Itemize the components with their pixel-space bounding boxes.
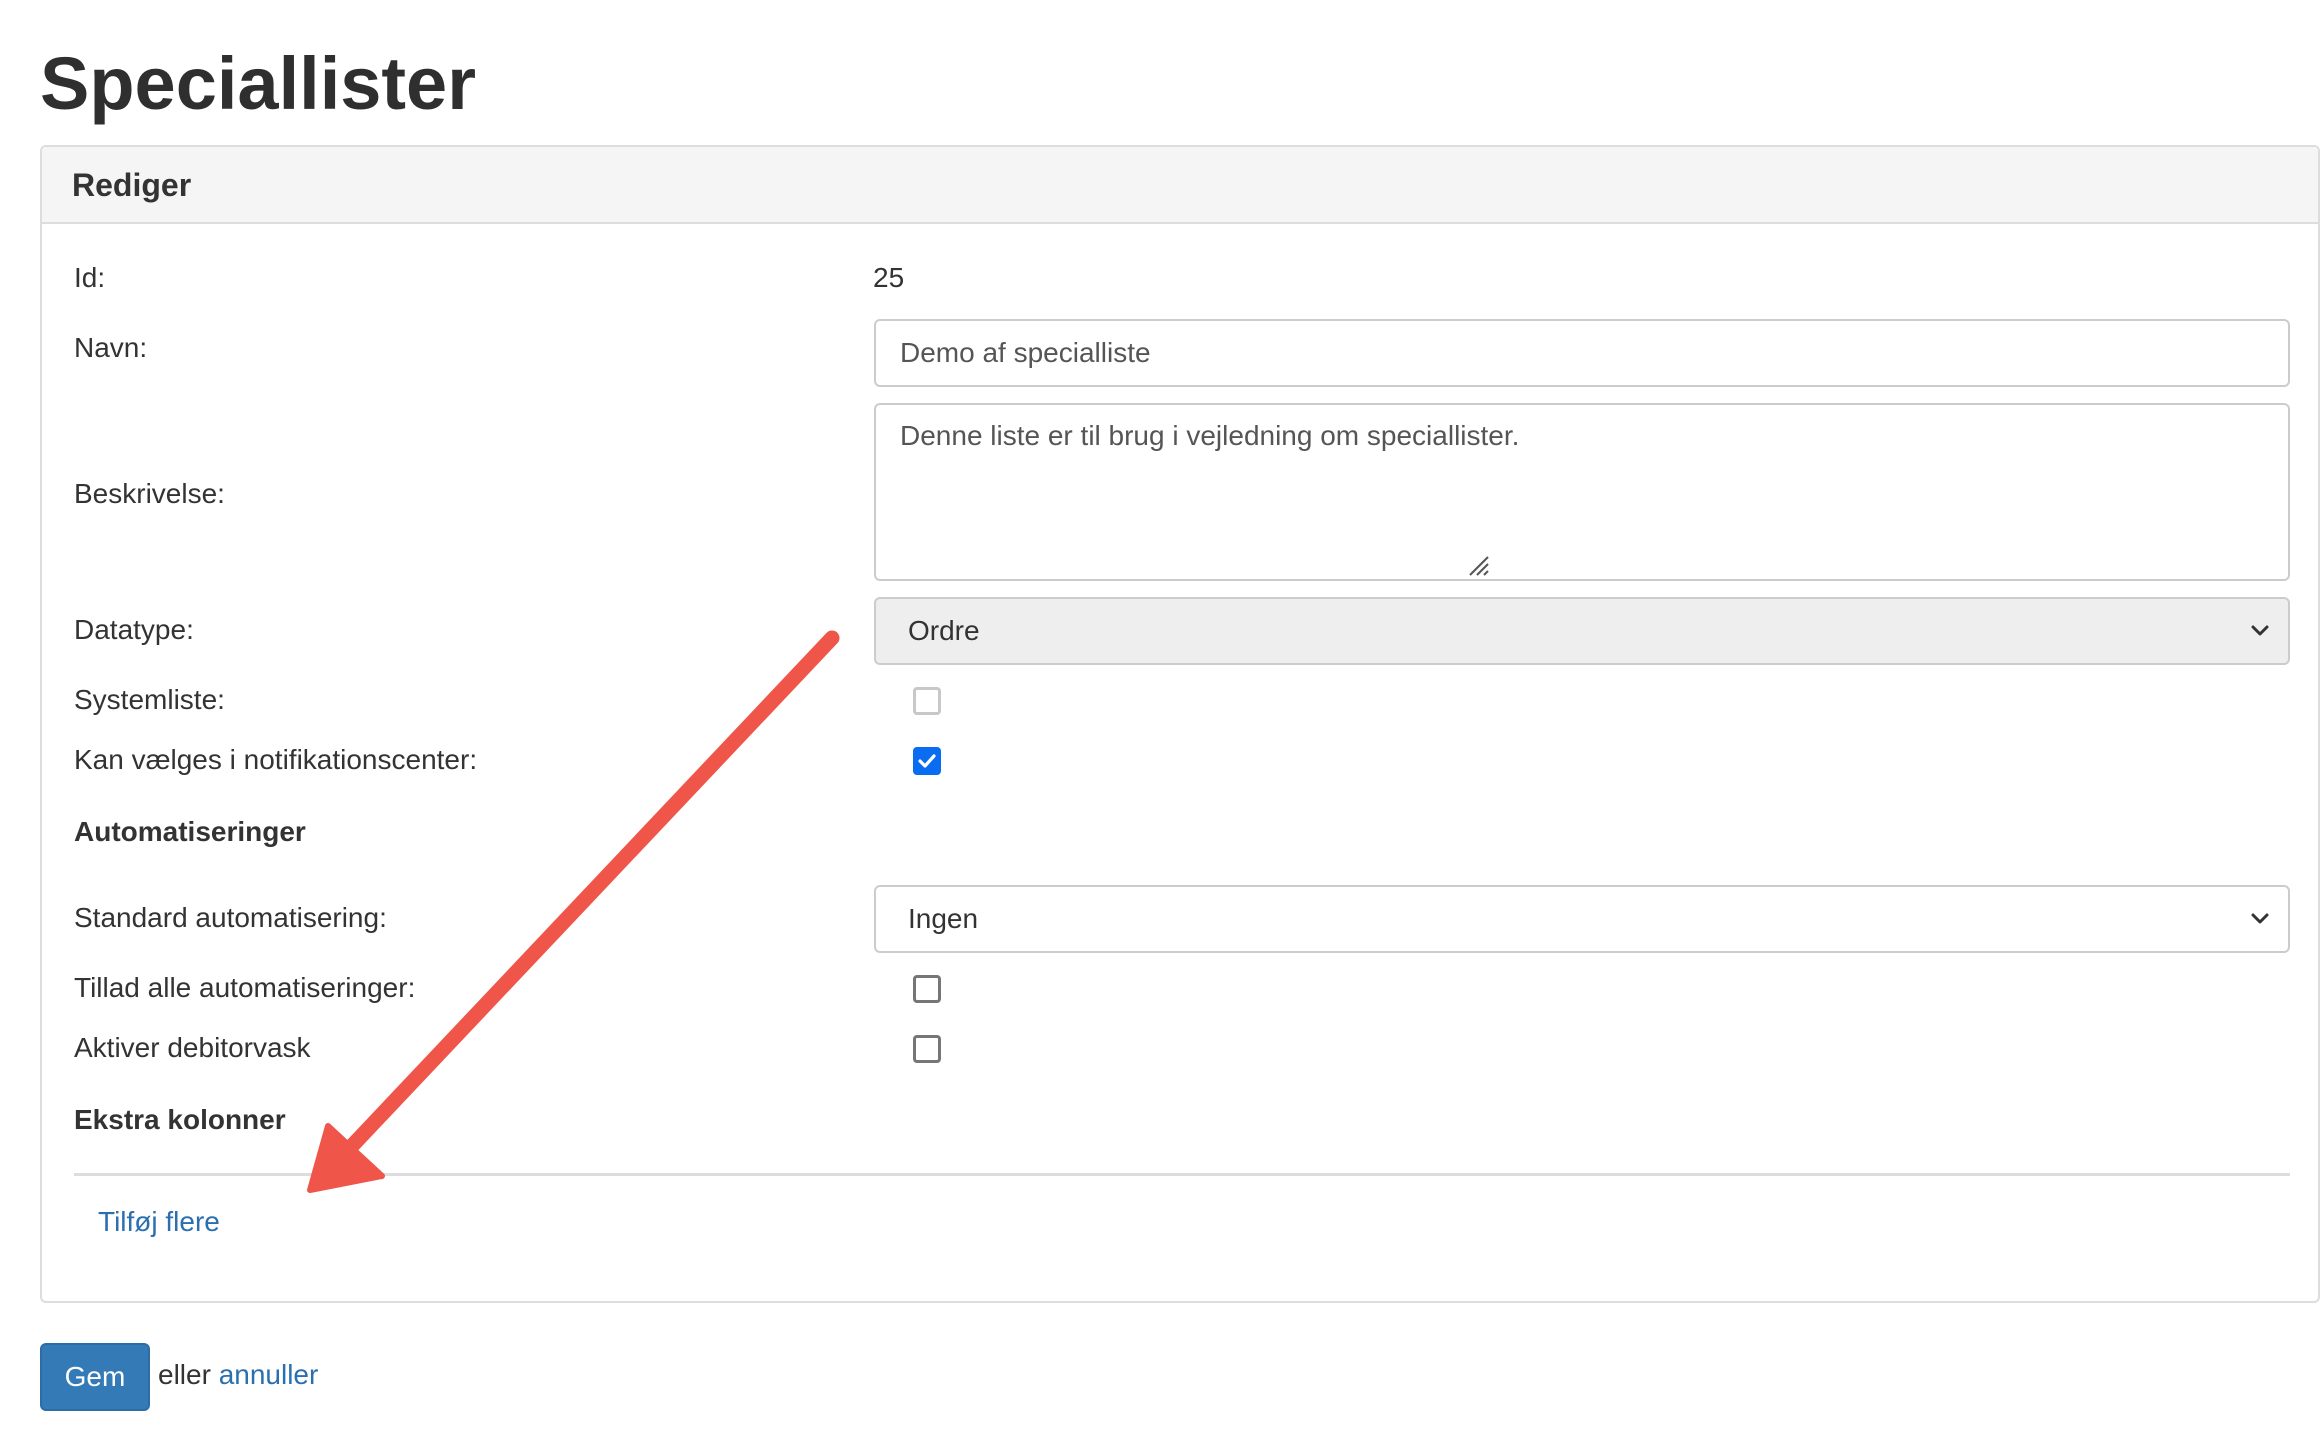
standard-automatisering-selected-value: Ingen	[908, 903, 979, 934]
add-more-link[interactable]: Tilføj flere	[98, 1205, 220, 1239]
datatype-label: Datatype:	[74, 614, 194, 645]
chevron-down-icon	[2251, 913, 2269, 924]
checkmark-icon	[918, 754, 936, 768]
chevron-down-icon	[2251, 625, 2269, 636]
page: Speciallister Rediger Id: 25 Navn: Beskr…	[0, 0, 2320, 1434]
standard-automatisering-label: Standard automatisering:	[74, 902, 387, 933]
systemliste-label: Systemliste:	[74, 684, 225, 715]
id-value: 25	[873, 262, 905, 293]
notifikation-label: Kan vælges i notifikationscenter:	[74, 744, 478, 775]
tillad-alle-label: Tillad alle automatiseringer:	[74, 972, 416, 1003]
tillad-alle-checkbox[interactable]	[913, 975, 941, 1003]
debitorvask-label: Aktiver debitorvask	[74, 1032, 311, 1063]
beskrivelse-label: Beskrivelse:	[74, 478, 225, 509]
debitorvask-checkbox[interactable]	[913, 1035, 941, 1063]
divider	[74, 1173, 2290, 1176]
ekstra-kolonner-heading: Ekstra kolonner	[74, 1104, 286, 1135]
systemliste-checkbox[interactable]	[913, 687, 941, 715]
beskrivelse-textarea[interactable]: Denne liste er til brug i vejledning om …	[874, 403, 2290, 581]
standard-automatisering-select[interactable]: Ingen	[874, 885, 2290, 953]
cancel-link[interactable]: annuller	[219, 1359, 319, 1390]
panel-heading: Rediger	[42, 147, 2318, 224]
navn-input[interactable]	[874, 319, 2290, 387]
navn-label: Navn:	[74, 332, 148, 363]
save-button[interactable]: Gem	[40, 1343, 150, 1411]
footer-actions: eller annuller	[158, 1358, 318, 1392]
datatype-selected-value: Ordre	[908, 615, 980, 646]
automatiseringer-heading: Automatiseringer	[74, 816, 306, 847]
datatype-select[interactable]: Ordre	[874, 597, 2290, 665]
page-title: Speciallister	[40, 42, 477, 125]
or-text: eller	[158, 1359, 211, 1390]
id-label: Id:	[74, 262, 106, 293]
resize-handle-icon[interactable]	[1464, 551, 1490, 577]
edit-panel: Rediger Id: 25 Navn: Beskrivelse: Denne …	[40, 145, 2320, 1303]
notifikation-checkbox[interactable]	[913, 747, 941, 775]
